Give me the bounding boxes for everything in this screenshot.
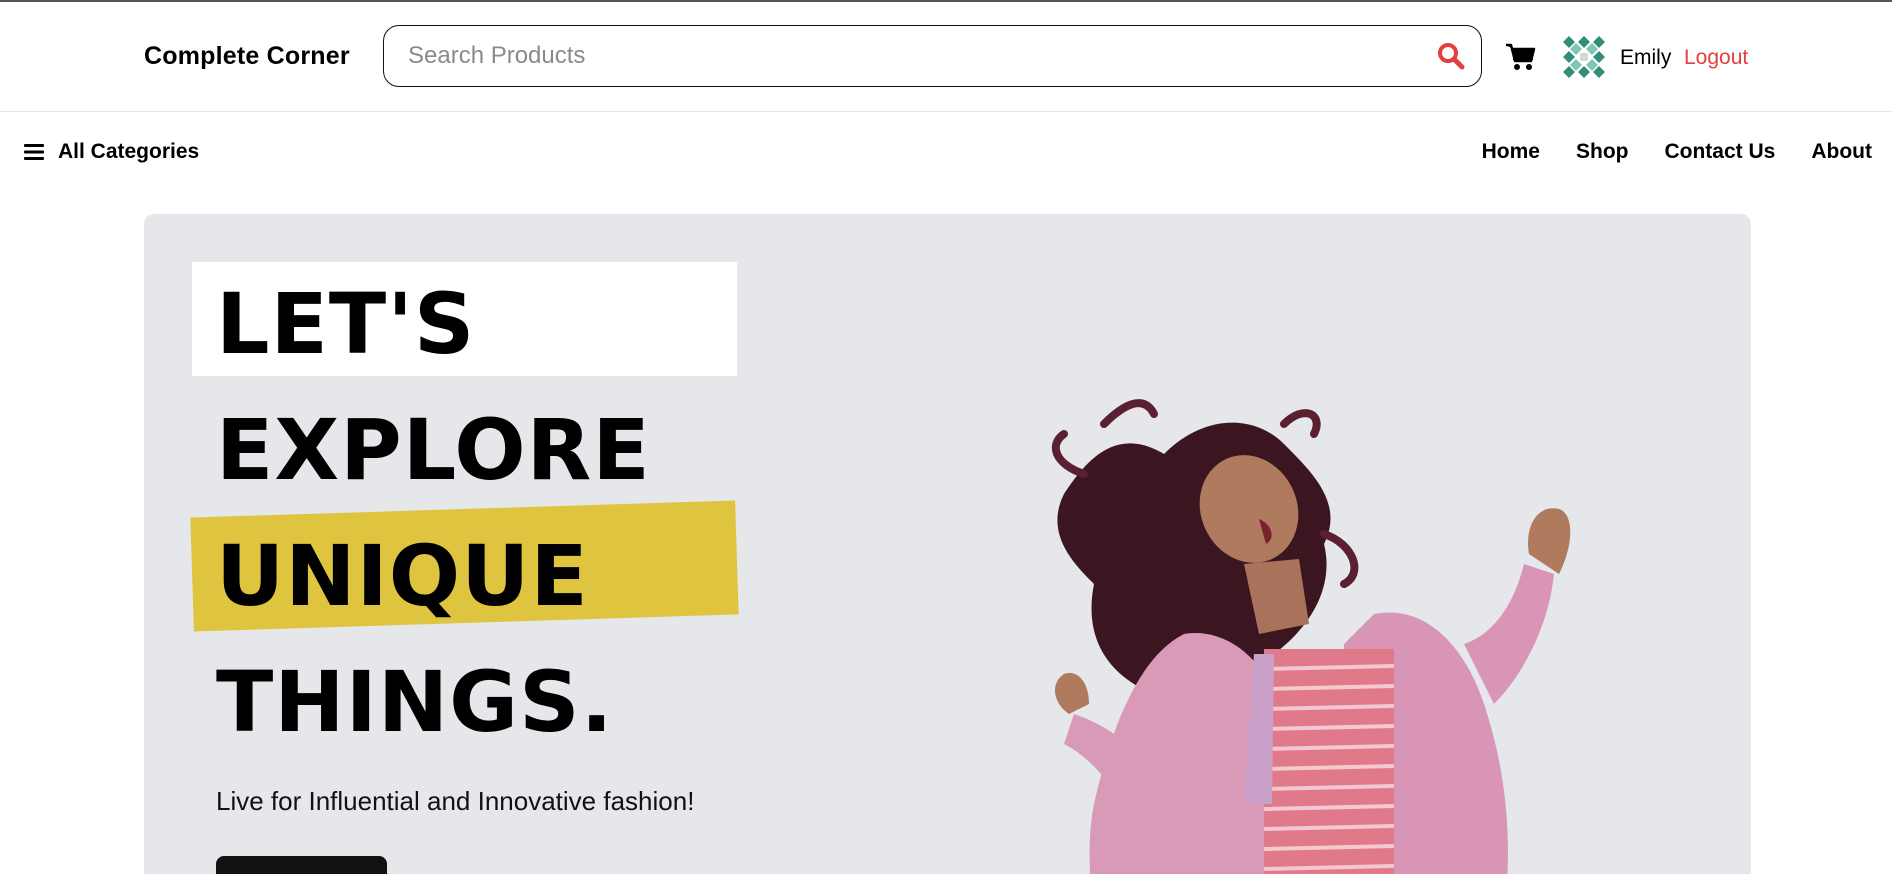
category-nav: All Categories Home Shop Contact Us Abou… [0, 113, 1892, 191]
hero-tagline: Live for Influential and Innovative fash… [216, 786, 695, 816]
headline-line-2: EXPLORE [216, 401, 651, 499]
avatar-identicon-icon [1563, 36, 1605, 78]
main-nav: Home Shop Contact Us About [1482, 140, 1872, 164]
search-button[interactable] [1435, 40, 1467, 72]
search-icon [1438, 43, 1465, 70]
headline-line-3: UNIQUE [216, 527, 589, 625]
headline-line-4: THINGS. [216, 653, 614, 751]
search-input[interactable] [408, 38, 1388, 74]
search-bar [383, 25, 1482, 87]
brand-logo[interactable]: Complete Corner [144, 42, 350, 71]
shop-now-button[interactable] [216, 856, 387, 874]
hero-model-image [1051, 399, 1571, 874]
menu-icon [24, 144, 44, 160]
all-categories-button[interactable]: All Categories [24, 140, 199, 164]
nav-link-contact-us[interactable]: Contact Us [1664, 140, 1775, 164]
nav-link-home[interactable]: Home [1482, 140, 1540, 164]
cart-icon [1506, 43, 1536, 70]
site-header: Complete Corner Search Products Emily Lo… [0, 2, 1892, 112]
all-categories-label: All Categories [58, 140, 200, 163]
hero-banner: LET'S EXPLORE UNIQUE THINGS. Live for In… [144, 214, 1751, 874]
avatar[interactable] [1563, 36, 1605, 78]
user-name: Emily [1620, 46, 1672, 69]
nav-link-shop[interactable]: Shop [1576, 140, 1629, 164]
nav-link-about[interactable]: About [1811, 140, 1872, 164]
headline-line-1: LET'S [216, 275, 476, 373]
logout-link[interactable]: Logout [1684, 46, 1748, 70]
cart-button[interactable] [1505, 42, 1537, 72]
